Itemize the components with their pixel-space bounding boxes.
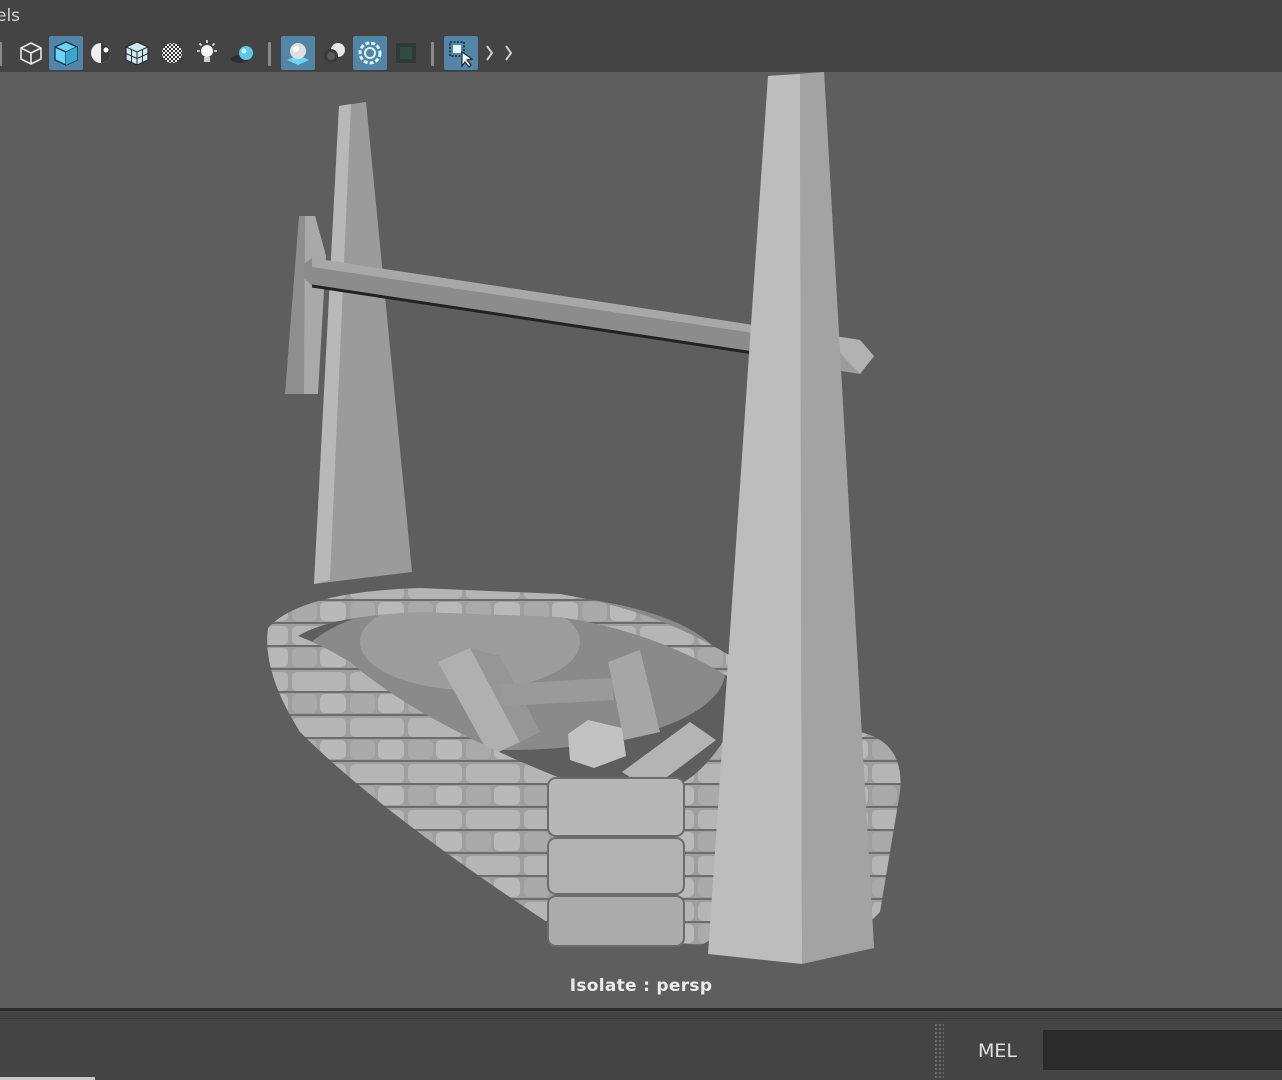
expand-toolbar-icon[interactable] xyxy=(484,36,496,70)
toolbar-separator xyxy=(0,42,2,66)
well-model[interactable] xyxy=(0,72,1282,1008)
smooth-shade-all-icon[interactable] xyxy=(49,36,83,70)
screen-space-ambient-occlusion-icon[interactable] xyxy=(281,36,315,70)
lighting-icon[interactable] xyxy=(190,36,224,70)
viewport-camera-label: Isolate : persp xyxy=(569,976,713,996)
panel-toolbar xyxy=(0,34,1282,73)
wireframe-on-shaded-icon[interactable] xyxy=(120,36,154,70)
toolbar-separator xyxy=(268,42,271,66)
resize-grip-icon[interactable] xyxy=(934,1023,944,1079)
use-default-material-icon[interactable] xyxy=(84,36,118,70)
panel-menubar: els xyxy=(0,0,1282,34)
xray-icon[interactable] xyxy=(155,36,189,70)
multisample-anti-aliasing-icon[interactable] xyxy=(353,36,387,70)
wireframe-shade-icon[interactable] xyxy=(14,36,48,70)
mel-command-input[interactable] xyxy=(1043,1030,1282,1070)
toolbar-separator xyxy=(431,42,434,66)
command-line-bar: MEL xyxy=(0,1011,1282,1080)
depth-of-field-icon[interactable] xyxy=(389,36,423,70)
script-language-toggle[interactable]: MEL xyxy=(978,1040,1017,1062)
panels-menu[interactable]: els xyxy=(0,6,20,26)
shadows-icon[interactable] xyxy=(226,36,260,70)
persp-viewport[interactable]: Isolate : persp xyxy=(0,72,1282,1008)
motion-blur-icon[interactable] xyxy=(318,36,352,70)
isolate-select-icon[interactable] xyxy=(444,36,478,70)
collapse-toolbar-icon[interactable] xyxy=(503,36,515,70)
bar-rule xyxy=(0,1018,1282,1019)
